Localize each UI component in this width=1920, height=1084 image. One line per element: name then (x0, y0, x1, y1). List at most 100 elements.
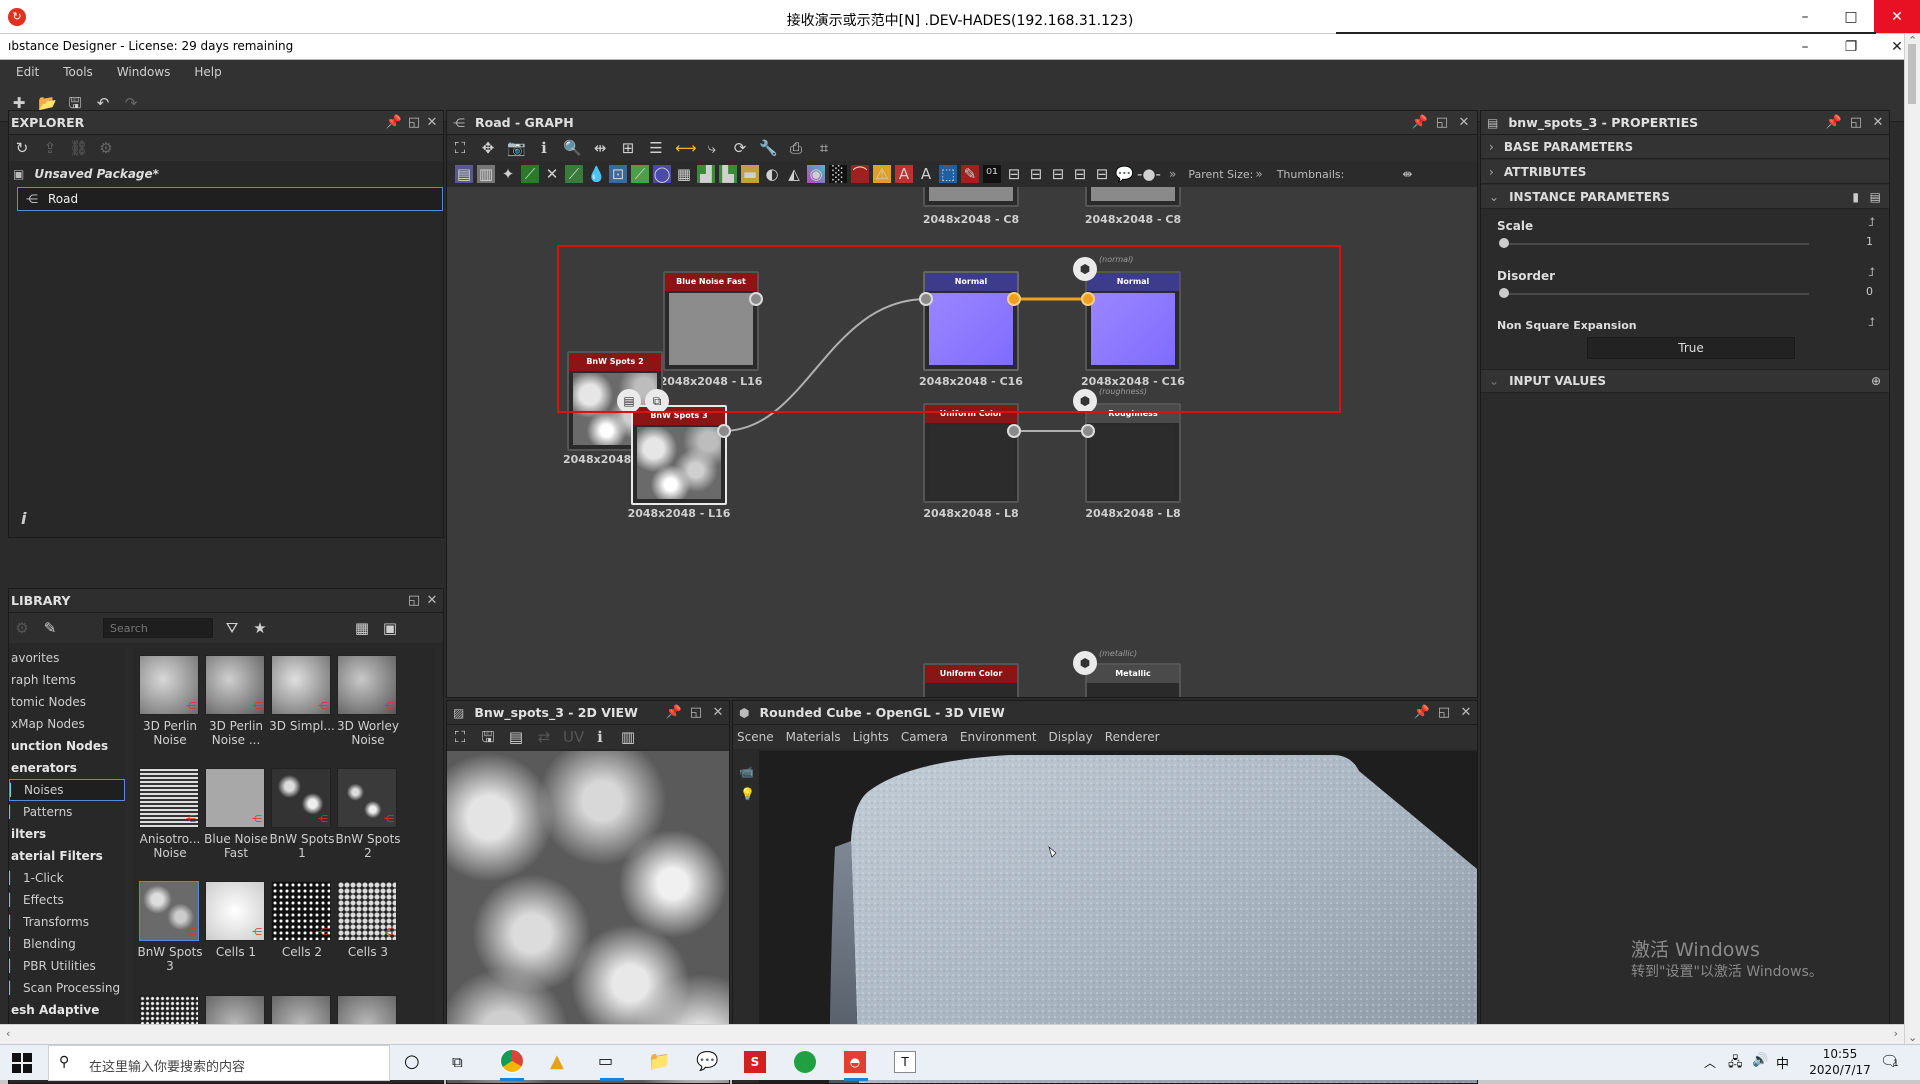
list-icon[interactable]: ☰ (647, 139, 665, 157)
dot-icon[interactable]: -●- (1137, 165, 1161, 183)
menu-tools[interactable]: Tools (63, 65, 93, 79)
float-icon[interactable]: ◱ (405, 114, 423, 132)
library-thumb[interactable]: ⋲ (205, 768, 265, 828)
pin-icon[interactable]: 📌 (385, 114, 403, 132)
view3d-menu-environment[interactable]: Environment (960, 730, 1037, 744)
library-category-item[interactable]: unction Nodes (9, 735, 125, 757)
remote-app-taskbar-icon[interactable]: ▭ (598, 1051, 613, 1070)
library-category-item[interactable]: enerators (9, 757, 125, 779)
upload-icon[interactable]: ⇪ (41, 139, 59, 157)
close-icon[interactable]: ✕ (709, 704, 727, 722)
scroll-right-icon[interactable]: › (1894, 1027, 1898, 1040)
text-icon[interactable]: A (895, 165, 913, 183)
graph-node5-icon[interactable]: ⊟ (1093, 165, 1111, 183)
close-icon[interactable]: ✕ (1869, 114, 1887, 132)
float-icon[interactable]: ◱ (405, 592, 423, 610)
section-instance-parameters[interactable]: ⌄ INSTANCE PARAMETERS ▮ ▤ (1481, 185, 1889, 209)
gradient-icon[interactable]: ⟋ (521, 165, 539, 183)
remote-maximize-button[interactable]: □ (1828, 0, 1874, 33)
library-category-item[interactable]: tomic Nodes (9, 691, 125, 713)
warning-icon[interactable]: ⚠ (873, 165, 891, 183)
redo-icon[interactable]: ↷ (122, 94, 140, 112)
node-bnw-spots-3[interactable]: BnW Spots 3 (631, 405, 727, 505)
app-restore-button[interactable]: ❐ (1828, 34, 1874, 59)
category-scrollbar[interactable] (125, 647, 133, 1083)
crop-icon[interactable]: ⌗ (815, 139, 833, 157)
scale-value[interactable]: 1 (1866, 235, 1873, 248)
refresh-icon[interactable]: ↻ (13, 139, 31, 157)
library-thumb[interactable]: ⋲ (139, 881, 199, 941)
close-icon[interactable]: ✕ (423, 592, 441, 610)
info-icon[interactable]: i (21, 509, 26, 528)
remote-minimize-button[interactable]: – (1782, 0, 1828, 33)
designer-taskbar-icon[interactable]: ◓ (844, 1051, 866, 1073)
library-thumb[interactable]: ⋲ (205, 655, 265, 715)
select-icon[interactable]: ⬚ (939, 165, 957, 183)
frame-all-icon[interactable]: ⛶ (451, 139, 469, 157)
new-package-icon[interactable]: ✚ (10, 94, 28, 112)
float-icon[interactable]: ◱ (687, 704, 705, 722)
comment-icon[interactable]: 💬 (1115, 165, 1134, 183)
save-icon[interactable]: 🖫 (66, 94, 84, 112)
add-input-icon[interactable]: ⊕ (1871, 374, 1881, 388)
node-uniform-color[interactable]: Uniform Color (923, 403, 1019, 503)
taskbar-search-box[interactable]: ⚲ 在这里输入你要搜索的内容 (48, 1045, 390, 1081)
circle-icon[interactable]: ◐ (763, 165, 781, 183)
param-reset-icon[interactable]: ⮥ (1868, 265, 1875, 280)
substance-taskbar-icon[interactable]: S (744, 1051, 766, 1073)
library-thumb[interactable]: ⋲ (337, 881, 397, 941)
menu-edit[interactable]: Edit (16, 65, 39, 79)
save-icon[interactable]: 🖫 (479, 728, 497, 746)
network-icon[interactable]: 🖧 (1728, 1053, 1743, 1075)
float-icon[interactable]: ◱ (1433, 114, 1451, 132)
channel-icon[interactable]: ▬ (741, 165, 759, 183)
disorder-slider-handle[interactable] (1499, 288, 1509, 298)
taskbar-date[interactable]: 2020/7/17 (1800, 1063, 1880, 1077)
horizontal-scrollbar[interactable]: ‹ › (0, 1024, 1904, 1044)
warning-app-icon[interactable]: ▲ (550, 1051, 564, 1072)
screenshot-icon[interactable]: 📷 (507, 139, 526, 157)
library-thumb[interactable]: ⋲ (337, 768, 397, 828)
section-attributes[interactable]: › ATTRIBUTES (1481, 160, 1889, 184)
color-icon[interactable]: ◉ (807, 165, 825, 183)
view3d-menu-scene[interactable]: Scene (737, 730, 774, 744)
pin-icon[interactable]: 📌 (1413, 704, 1431, 722)
scale-slider-track[interactable] (1499, 243, 1809, 245)
node-roughness[interactable]: Roughness (1085, 403, 1181, 503)
text-alt-icon[interactable]: A (917, 165, 935, 183)
view3d-menu-materials[interactable]: Materials (786, 730, 841, 744)
start-button[interactable] (12, 1053, 32, 1073)
filter-icon[interactable]: ⛛ (223, 619, 241, 637)
undo-icon[interactable]: ↶ (94, 94, 112, 112)
svg-icon[interactable]: ▥ (477, 165, 495, 183)
chrome-icon[interactable] (500, 1049, 524, 1073)
float-icon[interactable]: ◱ (1847, 114, 1865, 132)
open-folder-icon[interactable]: 📂 (38, 94, 57, 112)
connect-icon[interactable]: ⟷ (675, 139, 697, 157)
shuffle-icon[interactable]: ✕ (543, 165, 561, 183)
blend-icon[interactable]: ◯ (653, 165, 671, 183)
explorer-item-road[interactable]: ⋲ Road (17, 187, 443, 211)
graph-canvas[interactable]: 2048x2048 - C8 2048x2048 - C8 Blue Noise… (447, 187, 1477, 697)
view3d-menu-lights[interactable]: Lights (853, 730, 889, 744)
graph-node-icon[interactable]: ⊟ (1005, 165, 1023, 183)
pin-icon[interactable]: 📌 (1825, 114, 1843, 132)
pin-icon[interactable]: 📌 (1411, 114, 1429, 132)
green-app-icon[interactable] (794, 1051, 816, 1073)
library-category-item[interactable]: ilters (9, 823, 125, 845)
preset-icon[interactable]: ▮ (1852, 190, 1859, 204)
tool-icon[interactable]: 🔧 (759, 139, 778, 157)
edit-icon[interactable]: ✎ (41, 619, 59, 637)
warp-icon[interactable]: ⟋ (631, 165, 649, 183)
output-port[interactable] (1007, 424, 1021, 438)
library-search-input[interactable]: Search (103, 618, 213, 638)
view3d-menu-renderer[interactable]: Renderer (1105, 730, 1160, 744)
graph-node2-icon[interactable]: ⊟ (1027, 165, 1045, 183)
thumb-scrollbar[interactable] (435, 647, 443, 1083)
package-row[interactable]: ▣ Unsaved Package* (9, 163, 443, 185)
vertical-scrollbar[interactable]: ⌃ ⌄ (1904, 34, 1920, 1044)
library-category-item[interactable]: raph Items (9, 669, 125, 691)
bitmap-icon[interactable]: ▤ (455, 165, 473, 183)
fxmap-icon[interactable]: ✦ (499, 165, 517, 183)
volume-icon[interactable]: 🔊 (1752, 1053, 1768, 1068)
